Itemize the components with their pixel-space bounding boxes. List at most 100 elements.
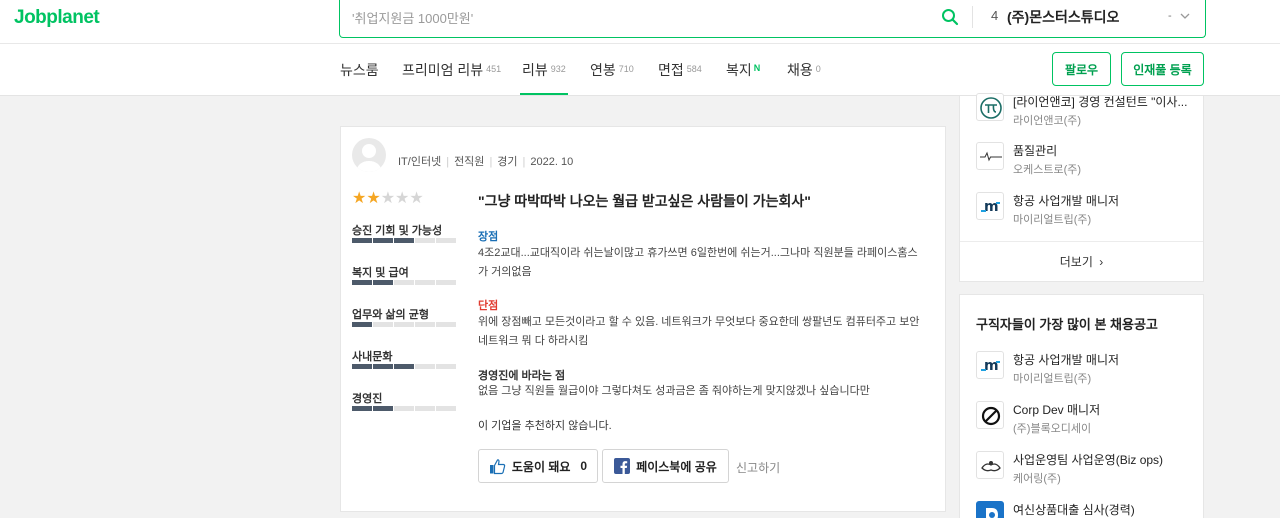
tab-salary[interactable]: 연봉 710 [590, 60, 634, 80]
score-segment [394, 364, 414, 369]
job-title: 품질관리 [1013, 144, 1058, 158]
score-segment [352, 322, 372, 327]
tab-label: 연봉 [590, 62, 616, 78]
user-icon [357, 144, 381, 172]
review-meta: IT/인터넷 | 전직원 | 경기 | 2022. 10 [398, 156, 574, 168]
job-company: 케어링(주) [1013, 473, 1061, 485]
jobplanet-logo[interactable]: Jobplanet [14, 7, 100, 29]
more-label: 더보기 [1059, 255, 1093, 269]
star-icon: ★ [395, 190, 410, 207]
job-item[interactable]: 사업운영팀 사업운영(Biz ops) 케어링(주) [976, 451, 1196, 485]
job-item[interactable]: m 항공 사업개발 매니저 마이리얼트립(주) [976, 192, 1196, 226]
search-icon[interactable] [940, 7, 960, 27]
blockodyssey-logo-icon [976, 401, 1004, 429]
meta-industry: IT/인터넷 [398, 156, 442, 168]
tab-jobs[interactable]: 채용 0 [787, 60, 821, 80]
tab-premium-review[interactable]: 프리미엄 리뷰 451 [402, 60, 501, 80]
tab-count: 451 [486, 64, 502, 74]
job-item[interactable]: [라이언앤코] 경영 컨설턴트 "이사... 라이언앤코(주) [976, 93, 1196, 127]
job-title: Corp Dev 매니저 [1013, 403, 1101, 417]
score-segment [373, 280, 393, 285]
job-company: 라이언앤코(주) [1013, 115, 1082, 127]
category-score-bar [352, 322, 456, 327]
tab-interview[interactable]: 면접 584 [658, 60, 702, 80]
job-item[interactable]: m 항공 사업개발 매니저 마이리얼트립(주) [976, 351, 1196, 385]
top-header: Jobplanet 4 (주)몬스터스튜디오 - [0, 0, 1280, 44]
okestro-logo-icon [976, 142, 1004, 170]
pi-logo-icon [976, 93, 1004, 121]
score-segment [373, 238, 393, 243]
cons-text: 위에 장점빼고 모든것이라고 할 수 있음. 네트워크가 무엇보다 중요한데 쌍… [478, 316, 920, 347]
svg-text:m: m [984, 358, 999, 374]
facebook-share-button[interactable]: 페이스북에 공유 [602, 449, 729, 483]
myrealtrip-logo-icon: m [976, 192, 1004, 220]
score-segment [352, 238, 372, 243]
job-title: 항공 사업개발 매니저 [1013, 194, 1120, 208]
category-label: 경영진 [352, 393, 383, 405]
tab-review[interactable]: 리뷰 932 [520, 60, 568, 95]
score-segment [373, 406, 393, 411]
job-title: 항공 사업개발 매니저 [1013, 353, 1120, 367]
score-segment [373, 322, 393, 327]
category-label: 승진 기회 및 가능성 [352, 225, 443, 237]
score-segment [352, 280, 372, 285]
search-divider [972, 6, 973, 28]
score-segment [394, 406, 414, 411]
category-label: 사내문화 [352, 351, 393, 363]
talent-pool-button[interactable]: 인재풀 등록 [1121, 52, 1204, 86]
job-item[interactable]: 여신상품대출 심사(경력) [976, 501, 1196, 518]
follow-button[interactable]: 팔로우 [1052, 52, 1111, 86]
category-label: 복지 및 급여 [352, 267, 409, 279]
search-input[interactable] [352, 7, 932, 29]
facebook-share-label: 페이스북에 공유 [636, 459, 717, 474]
job-item[interactable]: Corp Dev 매니저 (주)블록오디세이 [976, 401, 1196, 435]
score-segment [436, 364, 456, 369]
tab-label: 면접 [658, 62, 684, 78]
chevron-down-icon[interactable] [1178, 9, 1192, 23]
score-segment [352, 364, 372, 369]
tab-label: 뉴스룸 [340, 62, 379, 78]
search-bar: 4 (주)몬스터스튜디오 - [339, 0, 1206, 38]
job-title: [라이언앤코] 경영 컨설턴트 "이사... [1013, 95, 1188, 109]
meta-location: 경기 [497, 156, 518, 168]
helpful-count: 0 [580, 459, 588, 473]
score-segment [415, 280, 435, 285]
job-item[interactable]: 품질관리 오케스트로(주) [976, 142, 1196, 176]
cons-heading: 단점 [478, 300, 499, 312]
meta-status: 전직원 [454, 156, 485, 168]
review-title: "그냥 따박따박 나오는 월급 받고싶은 사람들이 가는회사" [478, 193, 811, 209]
tab-welfare[interactable]: 복지 N [726, 60, 760, 80]
tab-count: 932 [550, 64, 566, 74]
helpful-button[interactable]: 도움이 돼요 0 [478, 449, 598, 483]
job-company: 마이리얼트립(주) [1013, 373, 1092, 385]
myrealtrip-logo-icon: m [976, 351, 1004, 379]
company-number: 4 [991, 8, 999, 23]
company-name[interactable]: (주)몬스터스튜디오 [1007, 7, 1119, 27]
tab-label: 리뷰 [522, 62, 548, 78]
helpful-label: 도움이 돼요 [511, 459, 571, 474]
category-score-bar [352, 280, 456, 285]
rating-stars: ★★★★★ [352, 188, 424, 208]
recommend-text: 이 기업을 추천하지 않습니다. [478, 420, 612, 432]
related-jobs-panel: [라이언앤코] 경영 컨설턴트 "이사... 라이언앤코(주) 품질관리 오케스… [959, 93, 1204, 282]
score-segment [394, 322, 414, 327]
review-card: IT/인터넷 | 전직원 | 경기 | 2022. 10 ★★★★★ 승진 기회 및 가능성… [340, 126, 946, 512]
score-segment [436, 406, 456, 411]
category-label: 업무와 삶의 균형 [352, 309, 429, 321]
job-title: 여신상품대출 심사(경력) [1013, 503, 1135, 517]
category-score-bar [352, 406, 456, 411]
company-nav: 뉴스룸 프리미엄 리뷰 451 리뷰 932 연봉 710 면접 584 복지 N 채용 0… [0, 44, 1280, 96]
report-link[interactable]: 신고하기 [736, 459, 780, 476]
tab-newsroom[interactable]: 뉴스룸 [340, 60, 379, 80]
popular-jobs-heading: 구직자들이 가장 많이 본 채용공고 [976, 317, 1158, 332]
score-segment [415, 406, 435, 411]
score-segment [352, 406, 372, 411]
company-select-value[interactable]: - [1168, 10, 1172, 22]
svg-text:m: m [984, 199, 999, 215]
star-icon: ★ [352, 190, 367, 207]
star-icon: ★ [380, 190, 396, 207]
more-button[interactable]: 더보기 › [960, 241, 1203, 282]
score-segment [436, 280, 456, 285]
chevron-right-icon: › [1099, 255, 1104, 269]
tab-label: 채용 [787, 62, 813, 78]
